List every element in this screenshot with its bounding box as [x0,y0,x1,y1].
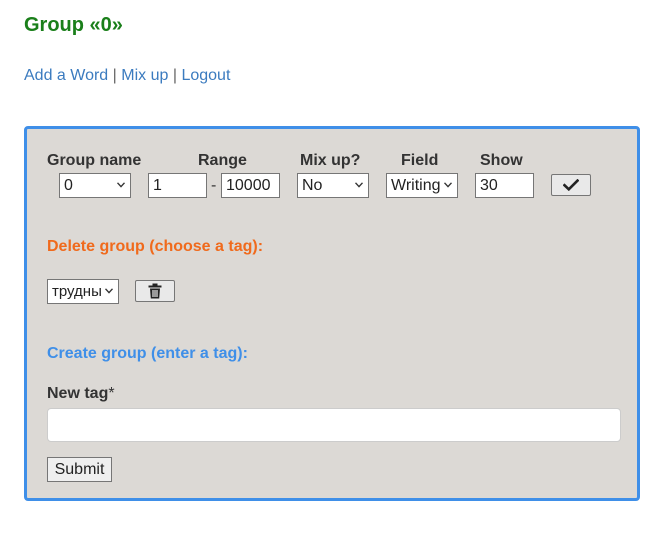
range-separator: - [211,177,217,194]
field-label: Field [401,152,439,169]
mix-up-label: Mix up? [300,152,361,169]
new-tag-input[interactable] [47,408,621,442]
apply-button[interactable] [551,174,591,196]
field-select[interactable]: Writing [386,173,458,198]
group-name-select[interactable]: 0 [59,173,131,198]
range-label: Range [198,152,247,169]
chevron-down-icon [105,288,113,294]
mix-up-link[interactable]: Mix up [121,67,168,84]
logout-link[interactable]: Logout [181,67,230,84]
group-name-value: 0 [64,177,73,194]
create-group-heading: Create group (enter a tag): [47,345,248,362]
chevron-down-icon [117,182,125,188]
nav-separator: | [112,67,117,84]
field-value: Writing [391,177,441,194]
nav-separator: | [172,67,177,84]
delete-tag-value: трудны [52,283,102,300]
group-name-label: Group name [47,152,142,169]
delete-group-heading: Delete group (choose a tag): [47,238,264,255]
top-nav: Add a Word | Mix up | Logout [24,67,230,85]
mix-up-select[interactable]: No [297,173,369,198]
delete-tag-select[interactable]: трудны [47,279,119,304]
mix-up-value: No [302,177,323,194]
chevron-down-icon [444,182,452,188]
new-tag-label-text: New tag [47,385,109,402]
submit-button[interactable]: Submit [47,457,112,482]
delete-group-button[interactable] [135,280,175,302]
chevron-down-icon [355,182,363,188]
show-count-input[interactable]: 30 [475,173,534,198]
required-marker: * [108,385,115,402]
group-settings-panel: Group name Range Mix up? Field Show 0 1 … [24,126,640,501]
checkmark-icon [563,179,579,191]
range-from-input[interactable]: 1 [148,173,207,198]
add-word-link[interactable]: Add a Word [24,67,108,84]
range-to-input[interactable]: 10000 [221,173,280,198]
page-title: Group «0» [24,14,123,36]
show-label: Show [480,152,523,169]
new-tag-label: New tag* [47,385,115,403]
trash-icon [148,283,162,299]
